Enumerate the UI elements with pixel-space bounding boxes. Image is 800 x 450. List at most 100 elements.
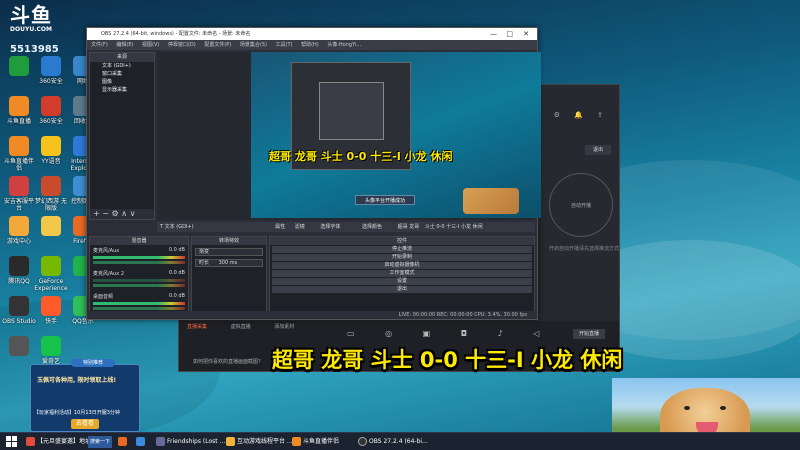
desktop-icon[interactable]: 斗鱼直播	[2, 96, 36, 125]
desktop-icon[interactable]	[34, 216, 68, 238]
duration-label: 时长	[199, 260, 210, 266]
tab-virtual-live[interactable]: 虚拟直播	[231, 324, 251, 330]
desktop-icon[interactable]: OBS Studio	[2, 296, 36, 325]
desktop-icon[interactable]: 梦幻西游 无限版	[34, 176, 68, 212]
virtual-camera-button[interactable]: 启动虚拟摄像机	[272, 262, 532, 269]
studio-mode-button[interactable]: 工作室模式	[272, 270, 532, 277]
menu-tools[interactable]: 工具(T)	[276, 42, 293, 48]
app-icon	[9, 56, 29, 76]
app-icon	[292, 437, 301, 446]
volume-slider[interactable]	[93, 261, 185, 264]
go-live-button[interactable]: 开始直播	[573, 329, 605, 339]
app-icon	[9, 96, 29, 116]
taskbar-item[interactable]: Friendships (Lost ...	[156, 435, 225, 449]
help-tip[interactable]: 如何把你喜欢的直播画面截图?	[193, 358, 261, 365]
stop-streaming-button[interactable]: 停止推流	[272, 246, 532, 253]
taskbar-item[interactable]: OBS 27.2.4 (64-bi...	[358, 435, 428, 449]
source-item[interactable]: 图像	[90, 78, 154, 86]
minimize-icon[interactable]: —	[490, 28, 497, 40]
desktop-icon[interactable]: GeForce Experience	[34, 256, 68, 292]
desktop-icon[interactable]: 斗鱼直播伴侣	[2, 136, 36, 172]
channel-db: 0.0 dB	[168, 247, 185, 253]
volume-slider[interactable]	[93, 307, 185, 310]
source-item[interactable]: 窗口采集	[90, 70, 154, 78]
source-item[interactable]: 显示器采集	[90, 86, 154, 94]
sources-toolbar[interactable]: + − ⚙ ∧ ∨	[90, 209, 154, 219]
menu-docks[interactable]: 停靠窗口(D)	[168, 42, 196, 48]
menu-scene-collection[interactable]: 场景集合(S)	[240, 42, 267, 48]
desktop-icon[interactable]: 快手	[34, 296, 68, 325]
taskbar-item[interactable]	[118, 435, 129, 449]
ad-top-label: 特别推荐	[71, 359, 115, 367]
select-color-button[interactable]: 选择颜色	[362, 224, 382, 230]
volume-slider[interactable]	[93, 284, 185, 287]
select-font-button[interactable]: 选择字体	[320, 224, 340, 230]
logout-button[interactable]: 退出	[585, 145, 611, 155]
mixer-channel: 麦克风/Aux 0.0 dB	[90, 245, 188, 268]
settings-button[interactable]: 设置	[272, 278, 532, 285]
taskbar-item[interactable]: 【元旦盛宴邀】地址...	[26, 435, 97, 449]
close-icon[interactable]: ✕	[523, 28, 529, 40]
desktop-icon[interactable]: 360安全	[34, 96, 68, 125]
menu-profile[interactable]: 配置文件(P)	[204, 42, 231, 48]
auto-start-hint: 开启自动开播请先选择推流方式	[548, 246, 619, 252]
ad-view-button[interactable]: 去看看	[71, 419, 99, 429]
taskbar-item-label: 斗鱼直播伴侣	[303, 438, 340, 445]
search-button[interactable]: 搜索一下	[88, 436, 112, 448]
desktop-icon[interactable]: YY语音	[34, 136, 68, 165]
desktop-icon[interactable]: 安吉客服平台	[2, 176, 36, 212]
douyu-logo-text: 斗鱼	[10, 3, 52, 27]
obs-window[interactable]: OBS 27.2.4 (64-bit, windows) - 配置文件: 未命名…	[86, 27, 541, 320]
menu-view[interactable]: 视图(V)	[142, 42, 159, 48]
start-recording-button[interactable]: 开始录制	[272, 254, 532, 261]
desktop-icon[interactable]: 游戏中心	[2, 216, 36, 245]
selected-source-name: 文本 (GDI+)	[164, 224, 194, 230]
transitions-panel: 转场特效 渐变 时长 300 ms	[191, 236, 267, 316]
audio-mixer: 混音器 麦克风/Aux 0.0 dB 麦克风/Aux 2 0.0 dB 桌面音频…	[89, 236, 189, 316]
menu-file[interactable]: 文件(F)	[91, 42, 108, 48]
desktop-icon-label: 腾讯QQ	[8, 278, 30, 285]
desktop-icon-label: 斗鱼直播伴侣	[3, 158, 34, 172]
tab-live-capture[interactable]: 直播采集	[187, 324, 207, 330]
menu-account[interactable]: 头像·HongYi...	[327, 42, 361, 48]
app-icon	[9, 336, 29, 356]
app-icon	[9, 256, 29, 276]
desktop-icon[interactable]: 腾讯QQ	[2, 256, 36, 285]
desktop-icon[interactable]	[2, 56, 36, 78]
desktop-icon[interactable]: 360安全	[34, 56, 68, 85]
app-icon	[41, 256, 61, 276]
source-props-bar: T 文本 (GDI+) 属性 滤镜 选择字体 选择颜色 超哥 龙哥 斗士 0-0…	[157, 222, 535, 232]
room-number: 5513985	[10, 44, 59, 55]
app-icon	[41, 96, 61, 116]
obs-titlebar[interactable]: OBS 27.2.4 (64-bit, windows) - 配置文件: 未命名…	[87, 28, 537, 40]
source-item[interactable]: 文本 (GDI+)	[90, 62, 154, 70]
taskbar-item-label: Friendships (Lost ...	[167, 438, 226, 445]
taskbar-item[interactable]	[136, 435, 147, 449]
preview-canvas[interactable]: 超哥 龙哥 斗士 0-0 十三-I 小龙 休闲 头像平台开播成功	[157, 52, 541, 220]
properties-button[interactable]: 属性	[275, 224, 285, 230]
taskbar-item-label: 互动游戏线程平台 ...	[237, 438, 293, 445]
desktop-icon[interactable]: 爱奇艺	[34, 336, 68, 365]
tab-add-material[interactable]: 添加素材	[274, 324, 294, 330]
windows-start-icon[interactable]	[6, 436, 18, 448]
tool-icons[interactable]: ▭ ◎ ▣ ◘ ♪ ◁	[347, 329, 553, 338]
app-icon	[41, 336, 61, 356]
volume-meter	[93, 302, 185, 305]
filters-button[interactable]: 滤镜	[295, 224, 305, 230]
taskbar-item[interactable]: 斗鱼直播伴侣	[292, 435, 339, 449]
app-icon	[41, 296, 61, 316]
ad-popup[interactable]: 特别推荐 玉佩可各种用, 限时领取上线! 【玩家福利活动】10月13日开服3分钟…	[30, 359, 140, 432]
desktop-icon[interactable]	[2, 336, 36, 358]
text-preview-1: 超哥 龙哥	[397, 224, 420, 230]
auto-start-button[interactable]: 自动开播	[549, 173, 613, 237]
desktop-icon-label: OBS Studio	[2, 318, 36, 325]
maximize-icon[interactable]: □	[506, 28, 513, 40]
exit-button[interactable]: 退出	[272, 286, 532, 293]
taskbar-item[interactable]: 互动游戏线程平台 ...	[226, 435, 293, 449]
menu-edit[interactable]: 编辑(E)	[116, 42, 133, 48]
transition-duration-field[interactable]: 时长 300 ms	[195, 259, 263, 267]
sources-panel: 来源 文本 (GDI+) 窗口采集 图像 显示器采集 + − ⚙ ∧ ∨	[89, 52, 155, 220]
menu-help[interactable]: 帮助(H)	[301, 42, 319, 48]
transition-type-select[interactable]: 渐变	[195, 248, 263, 256]
sources-header: 来源	[90, 53, 154, 62]
